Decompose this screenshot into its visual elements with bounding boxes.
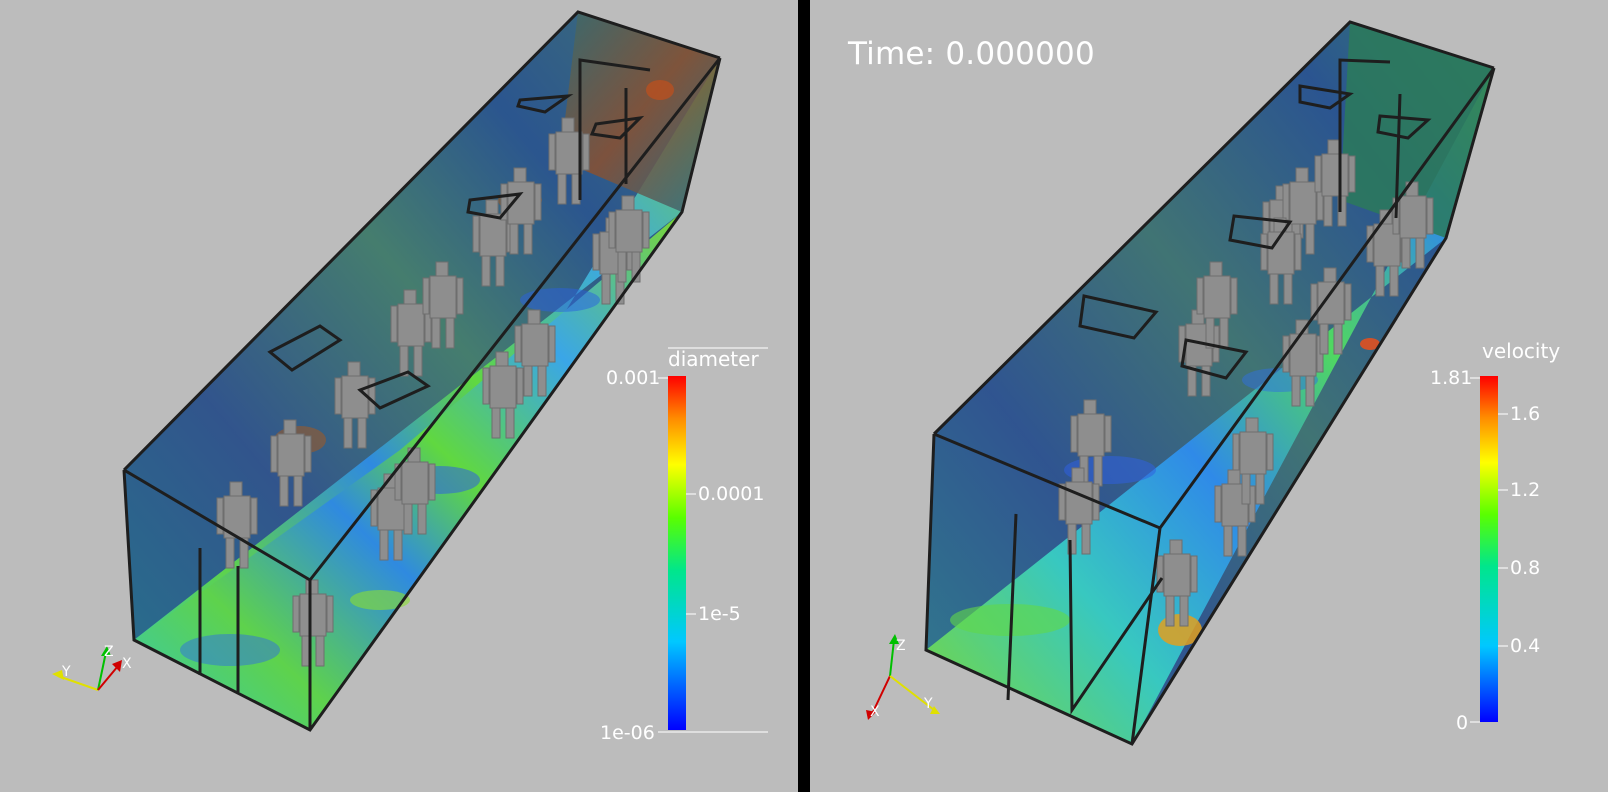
viewport-left-diameter[interactable]: diameter 0.001 0.0001 1e-5 1e-06 Y Z X — [0, 0, 798, 792]
colorbar-title: diameter — [668, 347, 759, 371]
time-label: Time: 0.000000 — [848, 36, 1095, 72]
axis-label: X — [122, 656, 132, 672]
cabin-geometry — [924, 20, 1496, 746]
axis-label: Z — [896, 638, 906, 654]
colorbar-tick-label: 1.2 — [1510, 479, 1540, 501]
colorbar-tick-label: 1e-5 — [698, 603, 741, 625]
colorbar-tick-label: 0.8 — [1510, 557, 1540, 579]
colorbar-max-label: 0.001 — [606, 367, 660, 389]
viewport-divider[interactable] — [798, 0, 810, 792]
axis-label: Y — [923, 696, 933, 712]
colorbar-tick-label: 1.6 — [1510, 403, 1540, 425]
colorbar-diameter: diameter 0.001 0.0001 1e-5 1e-06 — [600, 347, 768, 744]
viewport-right-velocity[interactable]: velocity 1.81 1.6 1.2 0.8 0.4 0 Z X Y Ti… — [810, 0, 1608, 792]
colorbar-max-label: 1.81 — [1430, 367, 1472, 389]
axis-label: Z — [104, 644, 114, 660]
colorbar-min-label: 0 — [1456, 712, 1468, 734]
axis-label: Y — [61, 664, 71, 680]
colorbar-title: velocity — [1482, 339, 1560, 363]
colorbar-tick-label: 0.4 — [1510, 635, 1540, 657]
colorbar-min-label: 1e-06 — [600, 722, 655, 744]
colorbar-tick-label: 0.0001 — [698, 483, 764, 505]
scene-right[interactable]: velocity 1.81 1.6 1.2 0.8 0.4 0 Z X Y — [810, 0, 1608, 792]
axes-triad: Y Z X — [52, 644, 132, 691]
colorbar-velocity: velocity 1.81 1.6 1.2 0.8 0.4 0 — [1430, 339, 1560, 734]
scene-left[interactable]: diameter 0.001 0.0001 1e-5 1e-06 Y Z X — [0, 0, 798, 792]
axis-label: X — [870, 704, 880, 720]
